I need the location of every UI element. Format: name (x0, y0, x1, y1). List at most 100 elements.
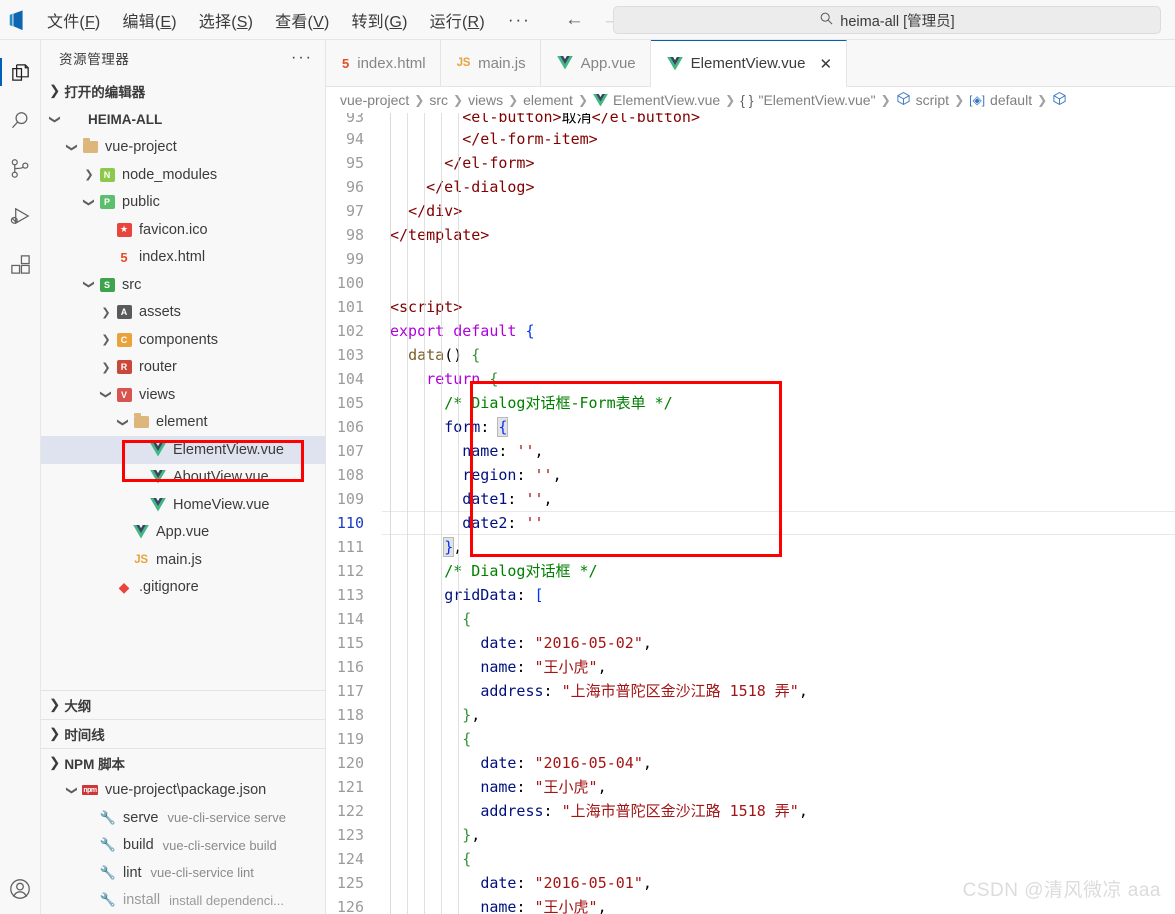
code-line[interactable] (382, 271, 1175, 295)
line-number: 115 (336, 634, 364, 652)
code-line[interactable]: region: '', (382, 463, 1175, 487)
section-timeline[interactable]: ❯ 时间线 (41, 718, 325, 748)
code-line[interactable]: </template> (382, 223, 1175, 247)
code-line[interactable]: data() { (382, 343, 1175, 367)
code-line[interactable]: { (382, 847, 1175, 871)
line-number: 98 (345, 226, 364, 244)
tree-item-components[interactable]: ❯ Ccomponents (41, 326, 325, 354)
tree-item-vue-project[interactable]: ❯ vue-project (41, 134, 325, 162)
activity-run-debug-icon[interactable] (0, 192, 41, 240)
code-line[interactable]: { (382, 727, 1175, 751)
code-line[interactable]: name: "王小虎", (382, 775, 1175, 799)
code-line[interactable] (382, 247, 1175, 271)
code-line[interactable]: </el-dialog> (382, 175, 1175, 199)
code-line[interactable]: }, (382, 703, 1175, 727)
code-line[interactable]: address: "上海市普陀区金沙江路 1518 弄", (382, 799, 1175, 823)
code-line[interactable]: /* Dialog对话框 */ (382, 559, 1175, 583)
npm-script-lint[interactable]: 🔧 lint vue-cli-service lint (41, 859, 325, 887)
code-content[interactable]: <el-button>取消</el-button> </el-form-item… (382, 113, 1175, 914)
menu-item-2[interactable]: 编辑(E) (111, 4, 187, 36)
breadcrumb-item-2[interactable]: src (429, 92, 448, 108)
code-line[interactable]: /* Dialog对话框-Form表单 */ (382, 391, 1175, 415)
tree-item-main-js[interactable]: JS main.js (41, 546, 325, 574)
breadcrumb-item-3[interactable]: views (468, 92, 503, 108)
tab-index-html[interactable]: 5 index.html (326, 40, 441, 86)
activity-source-control-icon[interactable] (0, 144, 41, 192)
code-token: , (597, 658, 607, 676)
tree-item-label: App.vue (156, 524, 210, 541)
code-line[interactable]: date1: '', (382, 487, 1175, 511)
npm-script-install[interactable]: 🔧 install install dependenci... (41, 887, 325, 914)
code-line[interactable]: <el-button>取消</el-button> (382, 113, 1175, 127)
code-line[interactable]: date: "2016-05-04", (382, 751, 1175, 775)
command-center-search[interactable]: heima-all [管理员] (613, 6, 1161, 34)
code-line[interactable]: }, (382, 535, 1175, 559)
npm-script-serve[interactable]: 🔧 serve vue-cli-service serve (41, 804, 325, 832)
code-line[interactable]: { (382, 607, 1175, 631)
tree-item-heima-all[interactable]: ❯ HEIMA-ALL (41, 106, 325, 134)
tree-item-node-modules[interactable]: ❯ Nnode_modules (41, 161, 325, 189)
code-line[interactable]: </div> (382, 199, 1175, 223)
tree-item-src[interactable]: ❯ Ssrc (41, 271, 325, 299)
breadcrumb-item-9[interactable] (1052, 91, 1072, 109)
sidebar-more-actions-button[interactable]: ··· (291, 50, 313, 66)
section-npm-scripts[interactable]: ❯ NPM 脚本 (41, 747, 325, 777)
tree-item-router[interactable]: ❯ Rrouter (41, 354, 325, 382)
tree-item--gitignore[interactable]: ◆ .gitignore (41, 574, 325, 602)
activity-explorer-icon[interactable] (0, 48, 41, 96)
code-line[interactable]: <script> (382, 295, 1175, 319)
menu-item-6[interactable]: 运行(R) (419, 4, 496, 36)
tab-label: index.html (357, 54, 426, 72)
arrow-left-icon[interactable]: ← (565, 10, 584, 29)
breadcrumb-item-8[interactable]: [◈] default (969, 92, 1032, 108)
activity-account-icon[interactable] (0, 866, 41, 914)
code-line[interactable]: name: "王小虎", (382, 655, 1175, 679)
tree-item-app-vue[interactable]: App.vue (41, 519, 325, 547)
menu-item-4[interactable]: 查看(V) (264, 4, 340, 36)
breadcrumb-item-6[interactable]: { } "ElementView.vue" (740, 92, 875, 108)
tree-item-assets[interactable]: ❯ Aassets (41, 299, 325, 327)
tree-item-elementview-vue[interactable]: ElementView.vue (41, 436, 325, 464)
breadcrumb-item-5[interactable]: ElementView.vue (593, 92, 720, 108)
code-token: '' (534, 466, 553, 484)
tree-item-public[interactable]: ❯ Ppublic (41, 189, 325, 217)
code-line[interactable]: }, (382, 823, 1175, 847)
code-line[interactable]: gridData: [ (382, 583, 1175, 607)
close-icon[interactable]: ✕ (819, 55, 832, 73)
tab-main-js[interactable]: JS main.js (440, 40, 541, 86)
tree-item-homeview-vue[interactable]: HomeView.vue (41, 491, 325, 519)
code-line[interactable]: date2: '' (382, 511, 1175, 535)
code-line[interactable]: </el-form-item> (382, 127, 1175, 151)
section-outline[interactable]: ❯ 大纲 (41, 689, 325, 719)
tree-item-views[interactable]: ❯ Vviews (41, 381, 325, 409)
code-line[interactable]: date: "2016-05-02", (382, 631, 1175, 655)
tab-app-vue[interactable]: App.vue (540, 40, 651, 86)
menu-more-button[interactable]: ··· (496, 11, 543, 28)
tab-label: App.vue (580, 54, 636, 72)
breadcrumb-item-1[interactable]: vue-project (340, 92, 409, 108)
tree-item-aboutview-vue[interactable]: AboutView.vue (41, 464, 325, 492)
code-line[interactable]: form: { (382, 415, 1175, 439)
tree-item-favicon-ico[interactable]: ★ favicon.ico (41, 216, 325, 244)
menu-item-3[interactable]: 选择(S) (188, 4, 264, 36)
activity-extensions-icon[interactable] (0, 240, 41, 288)
section-open-editors[interactable]: ❯ 打开的编辑器 (41, 76, 325, 105)
tree-item-element[interactable]: ❯ element (41, 409, 325, 437)
tab-elementview-vue[interactable]: ElementView.vue ✕ (650, 40, 848, 87)
breadcrumb-item-4[interactable]: element (523, 92, 573, 108)
code-line[interactable]: name: '', (382, 439, 1175, 463)
activity-search-icon[interactable] (0, 96, 41, 144)
tree-item-index-html[interactable]: 5 index.html (41, 244, 325, 272)
npm-package-row[interactable]: ❯ npm vue-project\package.json (41, 777, 325, 805)
chevron-down-icon: ❯ (99, 390, 112, 400)
code-line[interactable]: export default { (382, 319, 1175, 343)
menu-item-1[interactable]: 文件(F) (36, 4, 111, 36)
code-line[interactable]: </el-form> (382, 151, 1175, 175)
breadcrumb-item-7[interactable]: script (896, 91, 949, 109)
npm-script-build[interactable]: 🔧 build vue-cli-service build (41, 832, 325, 860)
code-editor[interactable]: 93 94 95 96 97 98 99 100 101 102 103 104 105 106 107 10… (326, 113, 1175, 914)
code-line[interactable]: address: "上海市普陀区金沙江路 1518 弄", (382, 679, 1175, 703)
menu-item-5[interactable]: 转到(G) (340, 4, 418, 36)
code-line[interactable]: return { (382, 367, 1175, 391)
